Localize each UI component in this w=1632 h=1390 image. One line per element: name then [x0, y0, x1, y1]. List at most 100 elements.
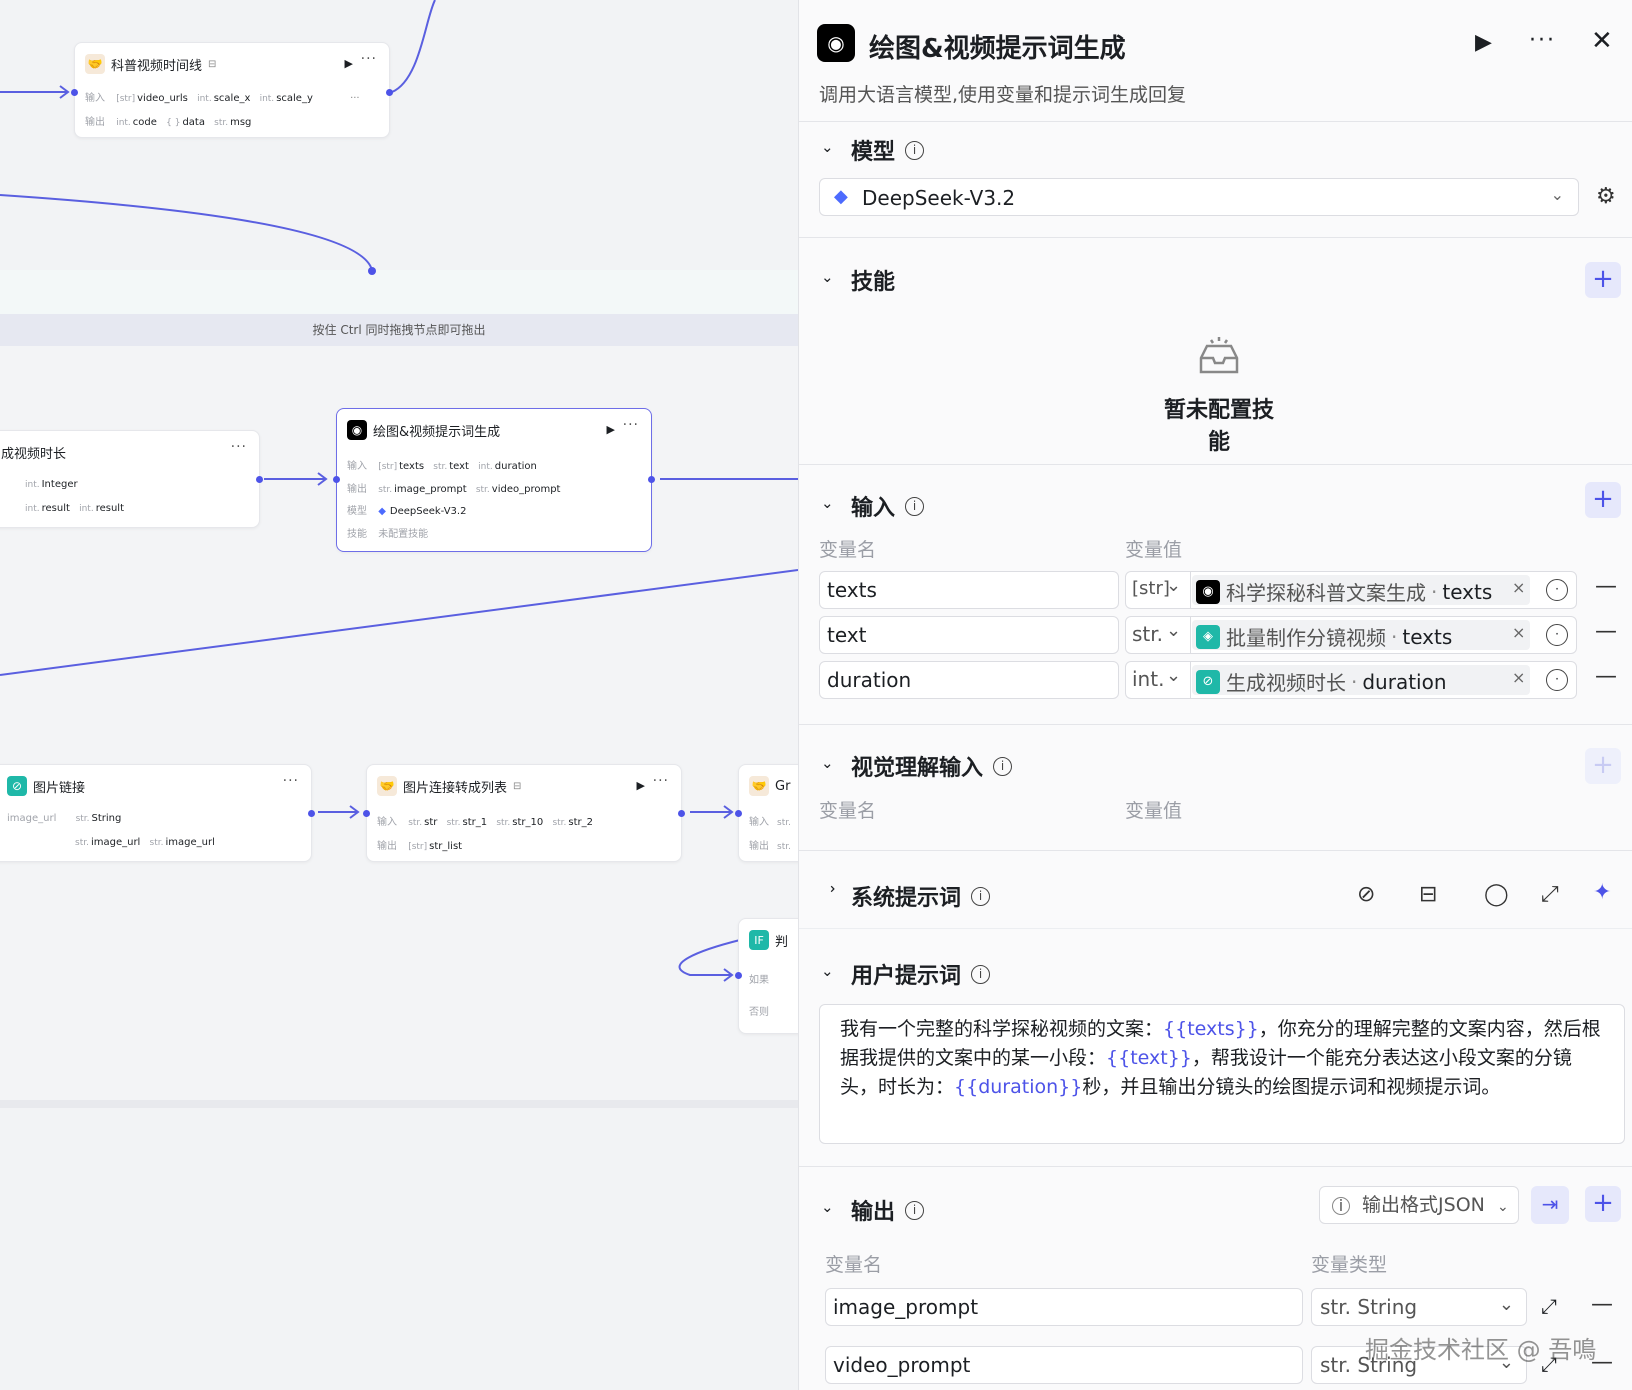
input-var-name[interactable]: text: [819, 616, 1119, 654]
edge-into-judge: [678, 939, 741, 976]
type-selector[interactable]: [str]: [1132, 578, 1170, 599]
input-var-value[interactable]: str. ⌄ ◈ 批量制作分镜视频 · texts × ·: [1125, 616, 1577, 654]
run-node-icon[interactable]: ▶: [345, 57, 353, 70]
chevron-down-icon: ⌄: [1498, 1294, 1514, 1315]
output-chip: str. msg: [214, 117, 252, 128]
variable-picker-icon[interactable]: ·: [1546, 579, 1568, 601]
type-selector[interactable]: str.: [1132, 622, 1163, 646]
input-var-name[interactable]: texts: [819, 571, 1119, 609]
output-var-name[interactable]: image_prompt: [825, 1288, 1303, 1326]
template-library-icon[interactable]: ⊟: [1419, 882, 1437, 907]
info-icon: i: [905, 1200, 925, 1220]
run-node-icon[interactable]: ▶: [607, 423, 615, 436]
chevron-down-icon[interactable]: ⌄: [1166, 665, 1181, 686]
node-image-list[interactable]: 🤝 图片连接转成列表 ⊟ ▶ ··· 输入 str. str str. str_1 …: [363, 764, 685, 862]
remove-input-button[interactable]: —: [1595, 664, 1617, 689]
input-port[interactable]: [363, 810, 370, 817]
node-science-timeline[interactable]: 🤝 科普视频时间线 ⊟ ▶ ··· 输入 [str] video_urls int…: [71, 42, 393, 138]
chevron-down-icon[interactable]: ⌄: [821, 1198, 834, 1216]
add-output-button[interactable]: +: [1585, 1186, 1621, 1222]
chevron-right-icon[interactable]: ⌄: [820, 883, 838, 896]
ai-sparkle-icon[interactable]: ✦: [1593, 880, 1611, 905]
clear-icon[interactable]: ×: [1512, 668, 1525, 687]
chevron-down-icon[interactable]: ⌄: [821, 494, 834, 512]
add-skill-button[interactable]: +: [1585, 262, 1621, 298]
output-format-select[interactable]: i 输出格式JSON ⌄: [1319, 1186, 1519, 1224]
more-icon[interactable]: ···: [623, 417, 639, 433]
output-port[interactable]: [308, 810, 315, 817]
input-port[interactable]: [333, 476, 340, 483]
remove-input-button[interactable]: —: [1595, 574, 1617, 599]
info-icon: i: [905, 496, 925, 516]
input-port[interactable]: [735, 810, 742, 817]
deepseek-whale-icon: ◆: [378, 506, 386, 517]
lightbulb-icon[interactable]: ◯: [1484, 882, 1509, 907]
chevron-down-icon[interactable]: ⌄: [821, 962, 834, 980]
input-var-value[interactable]: int. ⌄ ⊘ 生成视频时长 · duration × ·: [1125, 661, 1577, 699]
close-icon[interactable]: ✕: [1591, 26, 1613, 56]
user-prompt-editor[interactable]: 我有一个完整的科学探秘视频的文案：{{texts}}，你充分的理解完整的文案内容…: [819, 1004, 1625, 1144]
node-prompt-generator[interactable]: ◉ 绘图&视频提示词生成 ▶ ··· 输入 [str] texts str. tex…: [333, 408, 655, 552]
remove-output-button[interactable]: —: [1591, 1292, 1613, 1317]
deepseek-whale-icon: ◆: [834, 186, 848, 207]
variable-picker-icon[interactable]: ·: [1546, 669, 1568, 691]
panel-title[interactable]: 绘图&视频提示词生成: [869, 28, 1126, 65]
node-video-duration[interactable]: 成视频时长 ··· int. Integer int. result int. res…: [0, 430, 263, 528]
link-icon: ⊘: [7, 776, 27, 796]
edge-out-timeline: [391, 0, 436, 93]
node-row: str. image_url str. image_url: [75, 837, 215, 848]
edge-layer: [0, 0, 798, 982]
chevron-down-icon[interactable]: ⌄: [821, 754, 834, 772]
clear-icon[interactable]: ×: [1512, 623, 1525, 642]
node-judge[interactable]: IF 判 如果 否则: [735, 918, 798, 1034]
output-port[interactable]: [648, 476, 655, 483]
node-title: 图片连接转成列表: [403, 780, 508, 796]
prompt-variable: {{duration}}: [954, 1076, 1083, 1098]
remove-input-button[interactable]: —: [1595, 619, 1617, 644]
output-var-name[interactable]: video_prompt: [825, 1346, 1303, 1384]
node-gr[interactable]: 🤝 Gr 输入 str. 输出 str.: [735, 764, 798, 862]
chevron-down-icon[interactable]: ⌄: [821, 138, 834, 156]
run-icon[interactable]: ▶: [1475, 30, 1492, 55]
type-selector[interactable]: int.: [1132, 667, 1164, 691]
workflow-canvas[interactable]: 按住 Ctrl 同时拖拽节点即可拖出 🤝 科普视频时间线 ⊟ ▶ ··· 输入 …: [0, 0, 798, 1390]
output-type-select[interactable]: str. String ⌄: [1311, 1288, 1527, 1326]
more-icon[interactable]: ···: [231, 439, 247, 455]
node-skill-row: 技能 未配置技能: [347, 529, 429, 540]
prompt-variable: {{texts}}: [1163, 1018, 1259, 1040]
import-json-button[interactable]: ⇥: [1531, 1186, 1569, 1224]
chevron-down-icon[interactable]: ⌄: [1166, 620, 1181, 641]
more-icon[interactable]: ···: [283, 773, 299, 789]
chevron-down-icon[interactable]: ⌄: [821, 268, 834, 286]
model-select[interactable]: ◆ DeepSeek-V3.2 ⌄: [819, 178, 1579, 216]
compass-icon[interactable]: ⊘: [1357, 882, 1375, 907]
input-var-value[interactable]: [str] ⌄ ◉ 科学探秘科普文案生成 · texts × ·: [1125, 571, 1577, 609]
node-header: IF 判: [749, 929, 798, 951]
input-port[interactable]: [71, 89, 78, 96]
add-input-button[interactable]: +: [1585, 482, 1621, 518]
output-port[interactable]: [678, 810, 685, 817]
output-port[interactable]: [256, 476, 263, 483]
column-header-name: 变量名: [825, 1254, 883, 1276]
more-icon[interactable]: ···: [361, 51, 377, 67]
node-inputs-row: 输入 str.: [749, 817, 791, 828]
input-var-name[interactable]: duration: [819, 661, 1119, 699]
output-port[interactable]: [386, 89, 393, 96]
clear-icon[interactable]: ×: [1512, 578, 1525, 597]
run-node-icon[interactable]: ▶: [637, 779, 645, 792]
plugin-icon: ⊟: [513, 780, 522, 792]
add-vision-input-button[interactable]: +: [1585, 748, 1621, 784]
info-icon: i: [971, 886, 991, 906]
chevron-down-icon[interactable]: ⌄: [1166, 575, 1181, 596]
more-icon[interactable]: ···: [653, 773, 669, 789]
variable-picker-icon[interactable]: ·: [1546, 624, 1568, 646]
column-header-name: 变量名: [819, 539, 877, 561]
expand-icon[interactable]: ⤢: [1541, 882, 1559, 907]
divider: [799, 928, 1632, 929]
expand-icon[interactable]: ⤢: [1541, 1294, 1557, 1318]
gear-icon[interactable]: ⚙: [1596, 184, 1616, 209]
edge-port: [368, 267, 376, 275]
node-image-link[interactable]: ⊘ 图片链接 ··· image_url str. String str. imag…: [0, 764, 315, 862]
more-icon[interactable]: ···: [1529, 28, 1556, 53]
input-port[interactable]: [735, 972, 742, 979]
